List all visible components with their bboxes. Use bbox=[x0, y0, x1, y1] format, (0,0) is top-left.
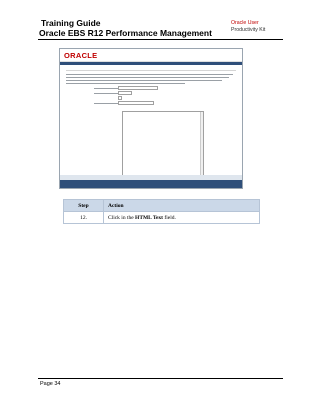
brand-line-2: Productivity Kit bbox=[231, 27, 266, 33]
step-action-text: Click in the bbox=[108, 214, 136, 221]
table-row: 12. Click in the HTML Text field. bbox=[63, 211, 260, 224]
doc-title: Training Guide bbox=[41, 18, 101, 28]
screenshot-heading bbox=[66, 67, 236, 71]
page-number: Page 34 bbox=[40, 381, 61, 387]
column-header-action: Action bbox=[103, 199, 260, 212]
oracle-logo: ORACLE bbox=[64, 51, 98, 60]
brand-line-1: Oracle User bbox=[231, 20, 259, 26]
step-number: 12. bbox=[63, 211, 104, 224]
steps-table: Step Action 12. Click in the HTML Text f… bbox=[63, 199, 260, 224]
screenshot-form-row bbox=[66, 101, 236, 105]
brand-logo: Oracle User Productivity Kit bbox=[231, 20, 265, 34]
step-action: Click in the HTML Text field. bbox=[103, 211, 260, 224]
screenshot-paragraph bbox=[66, 74, 236, 84]
footer-divider bbox=[38, 378, 283, 379]
embedded-screenshot: ORACLE bbox=[59, 48, 243, 189]
doc-subtitle: Oracle EBS R12 Performance Management bbox=[39, 28, 212, 38]
screenshot-form-row bbox=[66, 96, 236, 100]
table-header-row: Step Action bbox=[63, 199, 260, 212]
step-action-text-end: field. bbox=[163, 214, 176, 221]
screenshot-footer-tabs bbox=[60, 175, 242, 180]
header-divider bbox=[38, 39, 283, 40]
screenshot-form-row bbox=[66, 91, 236, 95]
screenshot-form-row bbox=[66, 86, 236, 90]
step-action-field-name: HTML Text bbox=[135, 214, 164, 221]
screenshot-body bbox=[60, 65, 242, 107]
screenshot-top-bar: ORACLE bbox=[60, 49, 242, 62]
column-header-step: Step bbox=[63, 199, 104, 212]
screenshot-footer bbox=[60, 175, 242, 188]
